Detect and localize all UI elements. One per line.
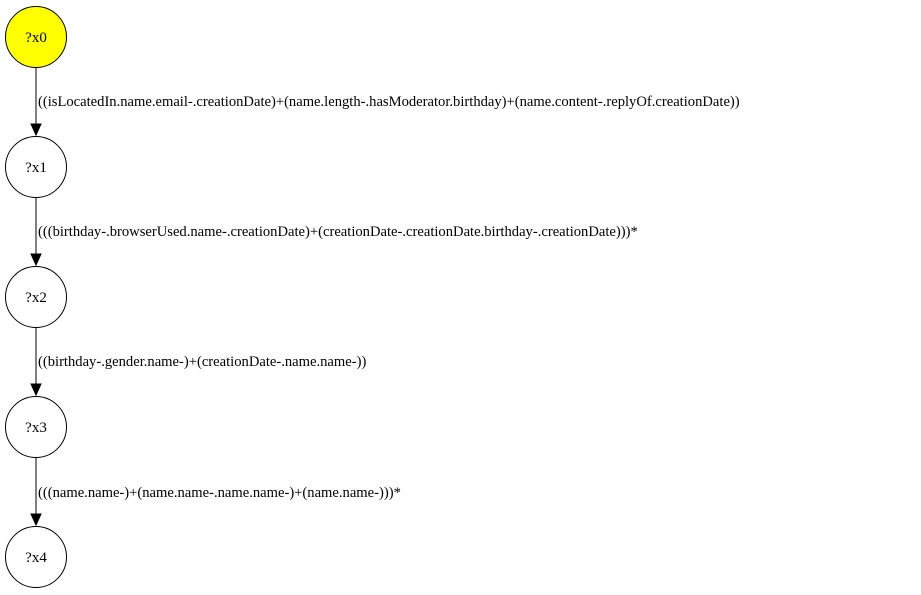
node-x1: ?x1 [5, 136, 67, 198]
node-x2-label: ?x2 [25, 290, 47, 306]
node-x0: ?x0 [5, 6, 67, 68]
node-x4: ?x4 [5, 526, 67, 588]
edge-x2-x3: ((birthday-.gender.name-)+(creationDate-… [30, 328, 366, 397]
edge-x3-x4-label: (((name.name-)+(name.name-.name.name-)+(… [38, 485, 401, 501]
edge-x1-x2: (((birthday-.browserUsed.name-.creationD… [30, 198, 638, 267]
node-x3-label: ?x3 [25, 420, 47, 436]
node-x2: ?x2 [5, 266, 67, 328]
edge-x0-x1-arrowhead [30, 123, 42, 137]
node-x3: ?x3 [5, 396, 67, 458]
node-x0-label: ?x0 [25, 30, 47, 46]
edge-x3-x4: (((name.name-)+(name.name-.name.name-)+(… [30, 458, 401, 527]
node-x1-label: ?x1 [25, 160, 47, 176]
edge-x1-x2-label: (((birthday-.browserUsed.name-.creationD… [38, 224, 638, 240]
edge-x0-x1: ((isLocatedIn.name.email-.creationDate)+… [30, 68, 740, 137]
edge-x2-x3-label: ((birthday-.gender.name-)+(creationDate-… [38, 354, 366, 370]
edge-x1-x2-arrowhead [30, 253, 42, 267]
node-x4-label: ?x4 [25, 550, 47, 566]
edge-x2-x3-arrowhead [30, 383, 42, 397]
edge-x0-x1-label: ((isLocatedIn.name.email-.creationDate)+… [38, 94, 740, 110]
query-graph: ((isLocatedIn.name.email-.creationDate)+… [5, 6, 740, 588]
edge-x3-x4-arrowhead [30, 513, 42, 527]
